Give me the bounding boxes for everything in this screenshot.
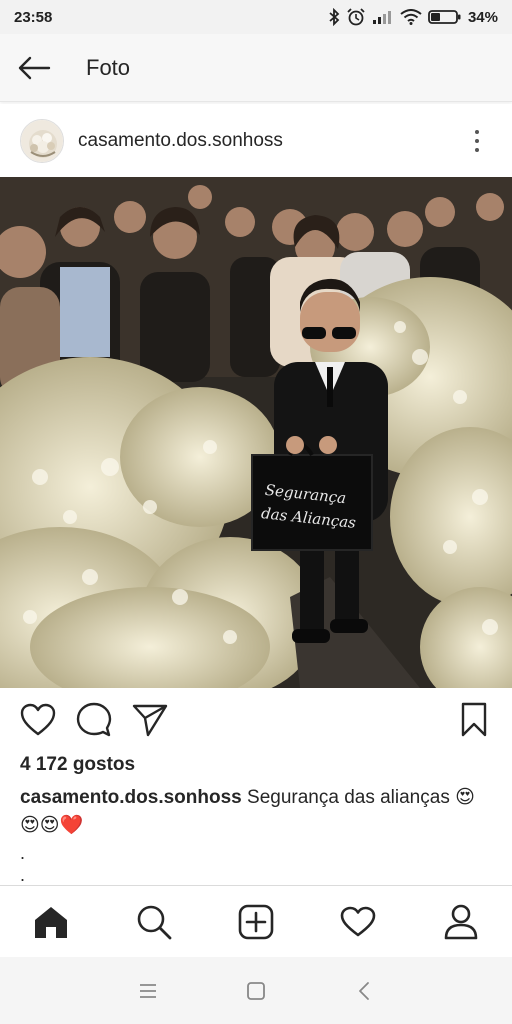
nav-search[interactable] xyxy=(128,896,180,948)
battery-percent: 34% xyxy=(467,8,498,26)
menu-icon xyxy=(140,983,156,998)
nav-home[interactable] xyxy=(25,896,77,948)
bookmark-icon xyxy=(461,702,487,737)
caption-username[interactable]: casamento.dos.sonhoss xyxy=(20,787,242,808)
status-icons: 34% xyxy=(328,8,498,26)
nav-profile[interactable] xyxy=(435,896,487,948)
save-button[interactable] xyxy=(454,700,494,740)
add-post-icon xyxy=(238,904,274,939)
caption-dot-line: . xyxy=(20,843,26,863)
profile-icon xyxy=(444,904,478,939)
search-icon xyxy=(137,905,171,939)
post-username[interactable]: casamento.dos.sonhoss xyxy=(78,130,283,152)
post-header: casamento.dos.sonhoss xyxy=(0,104,512,177)
system-home-button[interactable] xyxy=(238,973,274,1009)
post-photo[interactable]: Segurança das Alianças xyxy=(0,177,512,688)
app-bar: Foto xyxy=(0,34,512,102)
system-nav-bar xyxy=(0,957,512,1024)
post-caption: casamento.dos.sonhoss Segurança das alia… xyxy=(20,784,492,840)
system-menu-button[interactable] xyxy=(130,973,166,1009)
bottom-nav xyxy=(0,885,512,957)
back-chevron-icon xyxy=(359,981,369,1000)
bluetooth-icon xyxy=(329,8,340,26)
caption-more: . . xyxy=(20,842,25,886)
avatar[interactable] xyxy=(20,118,64,163)
home-icon xyxy=(35,906,68,938)
battery-icon xyxy=(428,10,461,24)
system-back-button[interactable] xyxy=(346,973,382,1009)
alarm-icon xyxy=(347,8,365,26)
send-icon xyxy=(132,704,168,737)
caption-dot-line: . xyxy=(20,865,26,885)
page-title: Foto xyxy=(86,54,131,80)
more-options-button[interactable] xyxy=(462,121,492,161)
like-button[interactable] xyxy=(18,700,58,740)
activity-heart-icon xyxy=(341,906,376,936)
comment-icon xyxy=(76,702,112,737)
arrow-left-icon xyxy=(18,56,51,79)
post-actions xyxy=(0,688,512,752)
heart-icon xyxy=(20,703,56,736)
nav-add-post[interactable] xyxy=(230,896,282,948)
likes-count[interactable]: 4 172 gostos xyxy=(20,754,135,776)
status-time: 23:58 xyxy=(14,8,53,26)
caption-text: Segurança das alianças 😍 xyxy=(247,787,475,808)
more-vertical-icon xyxy=(475,129,479,134)
comment-button[interactable] xyxy=(74,700,114,740)
nav-activity[interactable] xyxy=(332,896,384,948)
signal-icon xyxy=(372,11,391,24)
caption-emojis: 😍😍❤️ xyxy=(20,815,84,836)
home-square-icon xyxy=(247,981,265,1000)
share-button[interactable] xyxy=(130,700,170,740)
wifi-icon xyxy=(400,9,422,25)
back-button[interactable] xyxy=(0,34,68,102)
status-bar: 23:58 34% xyxy=(0,0,512,34)
